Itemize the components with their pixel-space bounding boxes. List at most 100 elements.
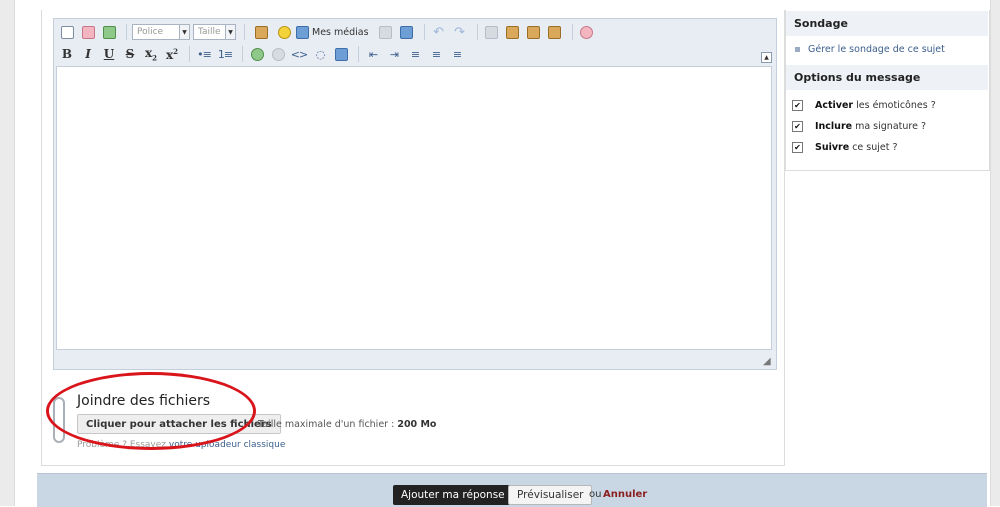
option-emoticons[interactable]: ✔ Activer les émoticônes ? [792, 100, 936, 111]
chevron-down-icon: ▼ [225, 25, 235, 39]
toolbar-separator [189, 46, 190, 62]
toolbar-separator [242, 46, 243, 62]
indent-button[interactable]: ⇥ [385, 45, 403, 63]
superscript-icon: x2 [165, 46, 179, 62]
paste-icon [506, 25, 520, 39]
subscript-button[interactable]: x2 [142, 45, 160, 63]
follow-checkbox[interactable]: ✔ [792, 142, 803, 153]
option-label: les émoticônes ? [856, 100, 936, 111]
find-button[interactable] [377, 23, 395, 41]
align-right-button[interactable]: ≡ [448, 45, 466, 63]
toolbar-separator [476, 24, 478, 40]
twitter-button[interactable] [332, 45, 350, 63]
option-follow[interactable]: ✔ Suivre ce sujet ? [792, 142, 898, 153]
preview-button[interactable]: Prévisualiser [508, 485, 593, 505]
bullet-list-icon: •≡ [197, 47, 212, 61]
toolbar-separator [244, 24, 245, 40]
spellcheck-button[interactable] [578, 23, 596, 41]
media-button[interactable]: Mes médias [296, 25, 369, 39]
select-all-icon [102, 25, 116, 39]
option-label: ma signature ? [855, 121, 926, 132]
subscript-icon: x2 [144, 45, 158, 63]
source-icon [60, 25, 74, 39]
strike-button[interactable]: S [121, 45, 139, 63]
option-signature[interactable]: ✔ Inclure ma signature ? [792, 121, 926, 132]
size-select-label: Taille [198, 27, 221, 37]
left-gutter [0, 0, 15, 506]
paste-word-button[interactable] [546, 23, 564, 41]
eraser-icon [81, 25, 95, 39]
underline-icon: U [103, 47, 115, 61]
paste-text-icon [527, 25, 541, 39]
bullet-icon [795, 47, 800, 52]
link-button[interactable] [248, 45, 266, 63]
replace-button[interactable] [398, 23, 416, 41]
undo-button[interactable]: ↶ [430, 23, 448, 41]
font-select-label: Police [137, 27, 164, 37]
cancel-link[interactable]: Annuler [603, 489, 647, 500]
submit-reply-button[interactable]: Ajouter ma réponse [393, 485, 513, 505]
paste-text-button[interactable] [525, 23, 543, 41]
resize-grip-icon[interactable]: ◢ [763, 357, 773, 367]
redo-button[interactable]: ↷ [451, 23, 469, 41]
collapse-toolbar-button[interactable]: ▲ [761, 52, 772, 63]
bullet-list-button[interactable]: •≡ [195, 45, 213, 63]
toolbar-separator [126, 24, 127, 40]
italic-button[interactable]: I [79, 45, 97, 63]
redo-icon: ↷ [454, 24, 466, 40]
toolbar-row-2: B I U S x2 x2 •≡ 1≡ <> ◌ ⇤ ⇥ ≡ ≡ ≡ [58, 44, 469, 64]
copy-icon [485, 25, 499, 39]
binoculars-icon [379, 25, 393, 39]
source-button[interactable] [58, 23, 76, 41]
signature-checkbox[interactable]: ✔ [792, 121, 803, 132]
option-label: ce sujet ? [852, 142, 898, 153]
select-all-button[interactable] [100, 23, 118, 41]
size-select[interactable]: Taille ▼ [193, 24, 236, 40]
message-textarea[interactable] [56, 66, 772, 350]
toolbar-separator [423, 24, 425, 40]
or-text: ou [589, 489, 602, 500]
unlink-button[interactable] [269, 45, 287, 63]
code-button[interactable]: <> [290, 45, 308, 63]
outdent-button[interactable]: ⇤ [364, 45, 382, 63]
align-left-button[interactable]: ≡ [406, 45, 424, 63]
max-file-size: Taille maximale d'un fichier : 200 Mo [258, 419, 436, 430]
max-size-value: 200 Mo [397, 419, 437, 430]
option-bold-label: Activer [815, 100, 854, 111]
emoticons-checkbox[interactable]: ✔ [792, 100, 803, 111]
text-color-icon [254, 25, 268, 39]
underline-button[interactable]: U [100, 45, 118, 63]
undo-icon: ↶ [433, 24, 445, 40]
poll-section-title: Sondage [786, 11, 988, 36]
font-select[interactable]: Police ▼ [132, 24, 190, 40]
highlight-circle [46, 372, 256, 450]
manage-poll-link[interactable]: Gérer le sondage de ce sujet [795, 44, 945, 55]
option-bold-label: Inclure [815, 121, 853, 132]
text-color-button[interactable] [250, 23, 272, 41]
smiley-button[interactable] [275, 23, 293, 41]
chevron-down-icon: ▼ [179, 25, 189, 39]
options-section-title: Options du message [786, 65, 988, 90]
copy-button[interactable] [483, 23, 501, 41]
toolbar-separator [571, 24, 573, 40]
quote-button[interactable]: ◌ [311, 45, 329, 63]
option-bold-label: Suivre [815, 142, 850, 153]
bold-button[interactable]: B [58, 45, 76, 63]
toolbar-row-1: Police ▼ Taille ▼ Mes médias ↶ ↷ [58, 22, 599, 42]
rich-text-editor: Police ▼ Taille ▼ Mes médias ↶ ↷ B I U S… [53, 18, 777, 370]
manage-poll-label: Gérer le sondage de ce sujet [808, 44, 945, 55]
paste-word-icon [548, 25, 562, 39]
remove-format-button[interactable] [79, 23, 97, 41]
code-icon: <> [290, 47, 308, 61]
align-right-icon: ≡ [452, 47, 462, 61]
toolbar-separator [358, 46, 359, 62]
align-left-icon: ≡ [410, 47, 420, 61]
strikethrough-icon: S [125, 47, 135, 61]
smiley-icon [277, 25, 291, 39]
unlink-icon [271, 47, 285, 61]
numbered-list-button[interactable]: 1≡ [216, 45, 234, 63]
paste-button[interactable] [504, 23, 522, 41]
align-center-button[interactable]: ≡ [427, 45, 445, 63]
max-size-label: Taille maximale d'un fichier : [258, 419, 395, 430]
superscript-button[interactable]: x2 [163, 45, 181, 63]
